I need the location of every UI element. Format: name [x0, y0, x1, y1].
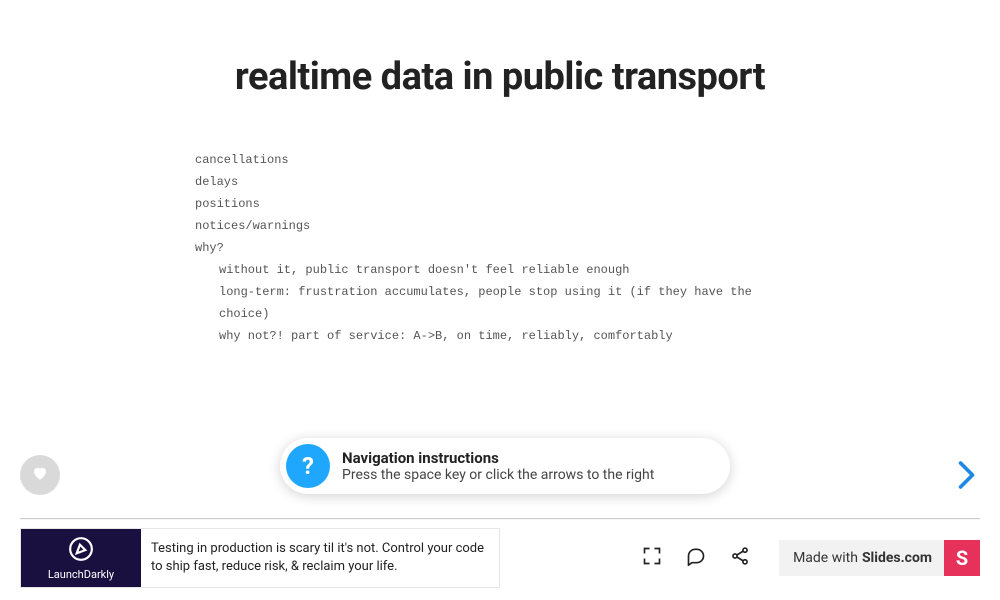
slide-line: cancellations	[195, 149, 805, 171]
help-icon-glyph: ?	[302, 452, 314, 480]
slide-line: notices/warnings	[195, 215, 805, 237]
heart-icon	[31, 464, 49, 486]
slide-subline: why not?! part of service: A->B, on time…	[195, 325, 805, 347]
slide-body: cancellations delays positions notices/w…	[195, 149, 805, 347]
chevron-right-icon	[956, 477, 978, 496]
navigation-tip-sub: Press the space key or click the arrows …	[342, 467, 654, 483]
divider	[20, 518, 980, 519]
comment-icon	[686, 546, 706, 570]
fullscreen-icon	[642, 546, 662, 570]
fullscreen-button[interactable]	[641, 547, 663, 569]
slide-line: positions	[195, 193, 805, 215]
sponsor-logo: LaunchDarkly	[21, 529, 141, 587]
navigation-tip-text: Navigation instructions Press the space …	[342, 449, 654, 483]
help-icon: ?	[286, 444, 330, 488]
made-with-link[interactable]: Made with Slides.com S	[779, 540, 980, 576]
sponsor-brand: LaunchDarkly	[48, 568, 114, 581]
share-icon	[730, 546, 750, 570]
made-with-prefix: Made with	[793, 550, 858, 566]
slide-subline: without it, public transport doesn't fee…	[195, 259, 805, 281]
navigation-tip: ? Navigation instructions Press the spac…	[280, 438, 730, 494]
comment-button[interactable]	[685, 547, 707, 569]
slide-subline: long-term: frustration accumulates, peop…	[195, 281, 805, 325]
made-with-brand: Slides.com	[862, 550, 932, 566]
slide-line: delays	[195, 171, 805, 193]
share-button[interactable]	[729, 547, 751, 569]
slide-title: realtime data in public transport	[0, 55, 1000, 99]
footer-actions	[641, 547, 751, 569]
rocket-icon	[68, 536, 94, 566]
sponsor-ad[interactable]: LaunchDarkly Testing in production is sc…	[20, 528, 500, 588]
sponsor-copy: Testing in production is scary til it's …	[141, 529, 499, 587]
slides-badge: S	[944, 540, 980, 576]
next-slide-button[interactable]	[956, 458, 978, 496]
like-button[interactable]	[20, 455, 60, 495]
footer: LaunchDarkly Testing in production is sc…	[20, 528, 980, 588]
navigation-tip-title: Navigation instructions	[342, 449, 654, 467]
slide-line: why?	[195, 237, 805, 259]
